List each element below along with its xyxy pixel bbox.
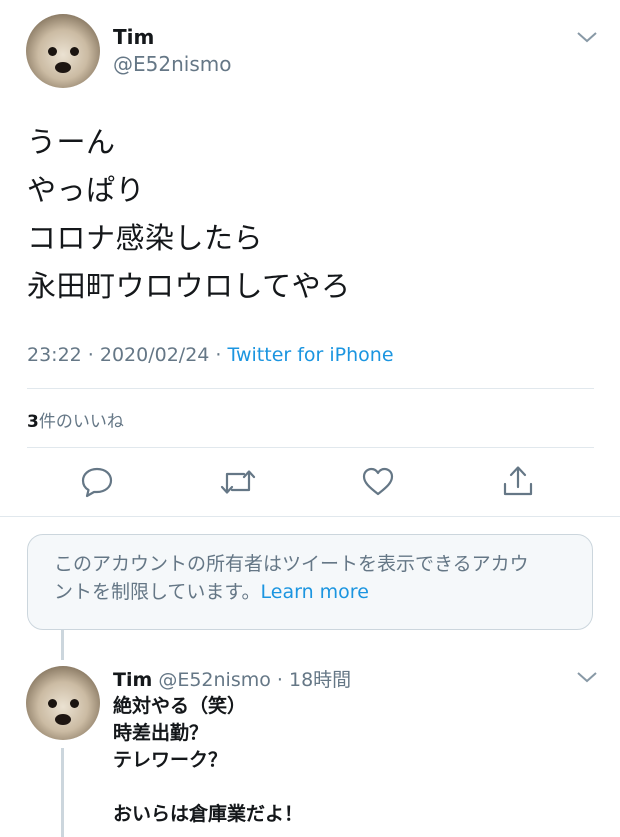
reply-icon: [81, 467, 113, 498]
thread-line: [61, 748, 64, 837]
retweet-button[interactable]: [219, 465, 257, 499]
tweet-timestamp[interactable]: 23:22 · 2020/02/24 ·: [27, 344, 228, 366]
share-icon: [503, 466, 533, 496]
reply-age[interactable]: · 18時間: [271, 669, 351, 691]
likes-label: 件のいいね: [38, 412, 124, 432]
tweet-meta: 23:22 · 2020/02/24 · Twitter for iPhone: [27, 344, 394, 366]
tweet-text: うーん やっぱり コロナ感染したら 永田町ウロウロしてやろ: [27, 118, 351, 310]
reply-line: 時差出勤？: [113, 722, 209, 744]
reply-button[interactable]: [80, 465, 114, 499]
tweet-line: やっぱり: [27, 173, 146, 207]
avatar-eye-left: [48, 699, 57, 708]
avatar-nose: [55, 62, 71, 73]
tweet-line: コロナ感染したら: [27, 221, 264, 255]
divider: [27, 447, 594, 448]
avatar-eye-left: [48, 47, 57, 56]
like-icon: [362, 467, 394, 496]
author-name[interactable]: Tim: [113, 25, 154, 49]
chevron-down-icon[interactable]: [576, 670, 598, 684]
reply-line: [113, 774, 303, 801]
share-button[interactable]: [501, 463, 535, 499]
notice-text: ントを制限しています。: [54, 581, 261, 603]
reply-avatar[interactable]: [26, 666, 100, 740]
avatar-eye-right: [70, 47, 79, 56]
tweet-line: 永田町ウロウロしてやろ: [27, 269, 351, 303]
notice-line: ントを制限しています。Learn more: [54, 578, 566, 606]
reply-line: おいらは倉庫業だよ！: [113, 803, 304, 825]
reply-header: Tim @E52nismo · 18時間: [113, 665, 351, 692]
author-avatar[interactable]: [26, 14, 100, 88]
avatar-eye-right: [70, 699, 79, 708]
tweet-source[interactable]: Twitter for iPhone: [228, 344, 394, 366]
learn-more-link[interactable]: Learn more: [261, 581, 369, 603]
restricted-notice: このアカウントの所有者はツイートを表示できるアカウ ントを制限しています。Lea…: [27, 534, 593, 630]
reply-line: 絶対やる（笑）: [113, 695, 247, 717]
chevron-down-icon[interactable]: [576, 30, 598, 44]
likes-count[interactable]: 3件のいいね: [27, 407, 124, 432]
divider: [27, 388, 594, 389]
notice-line: このアカウントの所有者はツイートを表示できるアカウ: [54, 553, 529, 575]
retweet-icon: [220, 470, 256, 494]
tweet-line: うーん: [27, 125, 116, 159]
author-handle[interactable]: @E52nismo: [113, 52, 231, 76]
avatar-nose: [55, 714, 71, 725]
thread-line: [61, 630, 64, 660]
reply-line: テレワーク？: [113, 749, 228, 771]
like-button[interactable]: [361, 465, 395, 499]
likes-number: 3: [27, 412, 39, 432]
reply-author-handle[interactable]: @E52nismo: [158, 669, 271, 691]
reply-author-name[interactable]: Tim: [113, 669, 152, 691]
divider: [0, 516, 620, 517]
reply-text: 絶対やる（笑） 時差出勤？ テレワーク？ おいらは倉庫業だよ！: [113, 693, 303, 828]
